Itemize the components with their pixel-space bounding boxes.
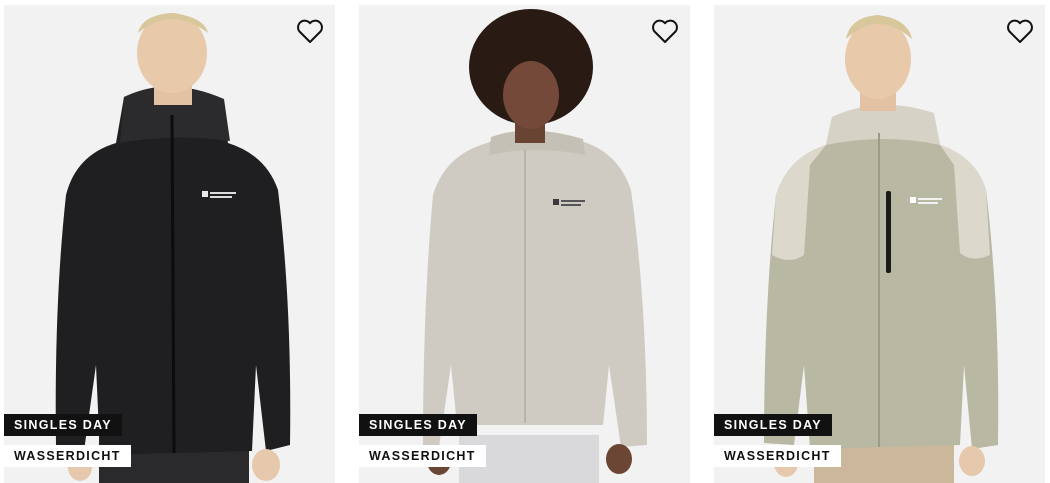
heart-icon (652, 19, 678, 43)
sale-badge: SINGLES DAY (714, 414, 832, 436)
product-card[interactable]: SINGLES DAY WASSERDICHT (714, 5, 1045, 483)
product-card[interactable]: SINGLES DAY WASSERDICHT (4, 5, 335, 483)
product-grid: SINGLES DAY WASSERDICHT SINGLES DAY WASS… (0, 0, 1050, 483)
badge-group: SINGLES DAY WASSERDICHT (359, 414, 486, 467)
feature-badge: WASSERDICHT (359, 445, 486, 467)
badge-group: SINGLES DAY WASSERDICHT (714, 414, 841, 467)
sale-badge: SINGLES DAY (4, 414, 122, 436)
sale-badge: SINGLES DAY (359, 414, 477, 436)
product-image[interactable] (714, 5, 1045, 483)
badge-group: SINGLES DAY WASSERDICHT (4, 414, 131, 467)
feature-badge: WASSERDICHT (714, 445, 841, 467)
heart-icon (297, 19, 323, 43)
feature-badge: WASSERDICHT (4, 445, 131, 467)
product-image[interactable] (359, 5, 690, 483)
wishlist-button[interactable] (650, 17, 680, 45)
wishlist-button[interactable] (1005, 17, 1035, 45)
product-card[interactable]: SINGLES DAY WASSERDICHT (359, 5, 690, 483)
product-image[interactable] (4, 5, 335, 483)
heart-icon (1007, 19, 1033, 43)
wishlist-button[interactable] (295, 17, 325, 45)
